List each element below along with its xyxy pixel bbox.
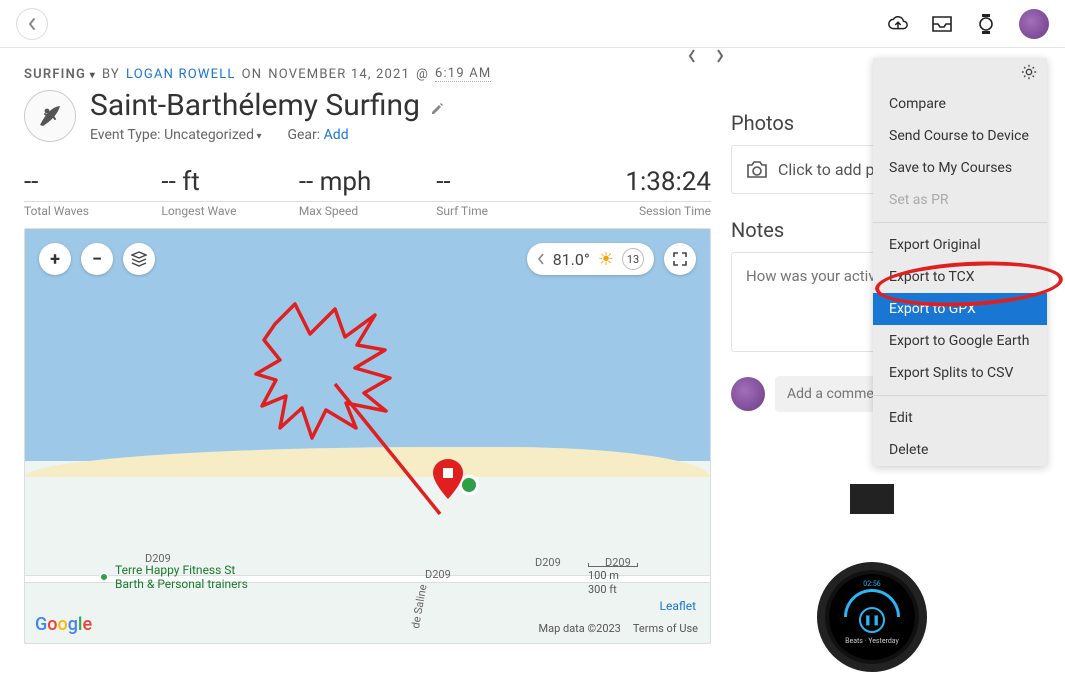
surfing-icon (35, 101, 65, 131)
user-avatar[interactable] (1019, 9, 1049, 39)
max-speed-value: -- mph (299, 167, 436, 197)
watch-promo[interactable]: 02:56 ❚❚ Beats · Yesterday (799, 512, 945, 672)
chevron-left-icon (27, 17, 37, 31)
session-time-label: Session Time (574, 204, 711, 218)
event-type-value: Uncategorized (164, 127, 261, 143)
sun-icon: ☀ (598, 249, 614, 270)
chevron-left-icon (537, 253, 545, 265)
author-link[interactable]: LOGAN ROWELL (126, 67, 236, 82)
watch-icon[interactable] (975, 13, 997, 35)
total-waves-value: -- (24, 167, 161, 197)
leaflet-attribution[interactable]: Leaflet (660, 599, 696, 613)
scale-imperial: 300 ft (588, 583, 638, 597)
zoom-in-button[interactable]: + (39, 243, 71, 275)
prev-activity-button[interactable] (687, 48, 697, 69)
activity-title: Saint-Barthélemy Surfing (90, 88, 420, 123)
comment-avatar (731, 377, 765, 411)
google-logo: Google (35, 614, 92, 635)
poi-pin-icon (99, 572, 109, 582)
breadcrumb: SURFING BY LOGAN ROWELL ON NOVEMBER 14, … (24, 66, 711, 82)
layers-icon (131, 251, 147, 267)
camera-icon (746, 161, 768, 179)
menu-export-tcx[interactable]: Export to TCX (873, 261, 1047, 293)
pencil-icon (430, 101, 444, 115)
watch-time: 02:56 (863, 580, 880, 588)
gear-icon (1021, 64, 1037, 80)
end-marker (433, 459, 463, 503)
map-poi[interactable]: Terre Happy Fitness St Barth & Personal … (99, 563, 248, 591)
total-waves-label: Total Waves (24, 204, 161, 218)
at-text: @ (416, 67, 429, 82)
add-gear-link[interactable]: Add (324, 127, 349, 143)
max-speed-label: Max Speed (299, 204, 436, 218)
weather-badge: 13 (622, 248, 644, 270)
watch-track: Beats · Yesterday (845, 637, 899, 645)
gear-field: Gear: Add (287, 127, 348, 143)
poi-label: Terre Happy Fitness St Barth & Personal … (115, 563, 248, 591)
main-column: SURFING BY LOGAN ROWELL ON NOVEMBER 14, … (24, 66, 711, 644)
menu-gear-icon[interactable] (1021, 64, 1037, 84)
by-text: BY (102, 67, 120, 82)
scale-metric: 100 m (588, 569, 638, 583)
activity-map[interactable]: D209 D209 D209 D209 de Saline + − (24, 228, 711, 644)
terms-link[interactable]: Terms of Use (633, 622, 698, 635)
zoom-out-button[interactable]: − (81, 243, 113, 275)
menu-delete[interactable]: Delete (873, 434, 1047, 466)
menu-edit[interactable]: Edit (873, 402, 1047, 434)
menu-export-earth[interactable]: Export to Google Earth (873, 325, 1047, 357)
sport-dropdown[interactable]: SURFING (24, 67, 96, 82)
pause-icon: ❚❚ (859, 607, 885, 633)
weather-pill[interactable]: 81.0° ☀ 13 (527, 243, 654, 275)
gear-label: Gear: (287, 127, 320, 143)
road-label-2: D209 (425, 568, 451, 581)
menu-save-courses[interactable]: Save to My Courses (873, 152, 1047, 184)
surf-time-label: Surf Time (436, 204, 573, 218)
side-column: ♡ 0 likes Photos Click to add photos Not… (731, 66, 1041, 644)
next-activity-button[interactable] (715, 48, 725, 69)
event-type-selector[interactable]: Event Type: Uncategorized (90, 127, 261, 143)
surf-time-value: -- (436, 167, 573, 197)
menu-export-gpx[interactable]: Export to GPX (873, 293, 1047, 325)
map-data-attribution: Map data ©2023 (539, 622, 621, 635)
layers-button[interactable] (123, 243, 155, 275)
chevron-right-icon (715, 48, 725, 64)
activity-time[interactable]: 6:19 AM (435, 66, 492, 82)
activity-date: NOVEMBER 14, 2021 (268, 67, 410, 82)
on-text: ON (242, 67, 263, 82)
menu-compare[interactable]: Compare (873, 88, 1047, 120)
menu-send-device[interactable]: Send Course to Device (873, 120, 1047, 152)
expand-icon (673, 252, 687, 266)
chevron-left-icon (687, 48, 697, 64)
activity-type-icon (24, 90, 76, 142)
back-button[interactable] (16, 8, 48, 40)
road-label-3: D209 (535, 556, 561, 569)
map-scale: 100 m 300 ft (588, 563, 638, 597)
longest-wave-value: -- ft (161, 167, 298, 197)
menu-export-csv[interactable]: Export Splits to CSV (873, 357, 1047, 389)
cloud-upload-icon[interactable] (887, 13, 909, 35)
menu-export-original[interactable]: Export Original (873, 229, 1047, 261)
temperature-value: 81.0° (553, 250, 590, 269)
top-bar (0, 0, 1065, 48)
inbox-icon[interactable] (931, 13, 953, 35)
event-type-label: Event Type: (90, 127, 161, 143)
settings-menu: Compare Send Course to Device Save to My… (873, 58, 1047, 466)
fullscreen-button[interactable] (664, 243, 696, 275)
longest-wave-label: Longest Wave (161, 204, 298, 218)
edit-title-button[interactable] (430, 100, 444, 119)
menu-set-pr: Set as PR (873, 184, 1047, 216)
stats-row: -- Total Waves -- ft Longest Wave -- mph Ma… (24, 167, 711, 218)
gps-track (215, 284, 495, 544)
session-time-value: 1:38:24 (574, 167, 711, 197)
